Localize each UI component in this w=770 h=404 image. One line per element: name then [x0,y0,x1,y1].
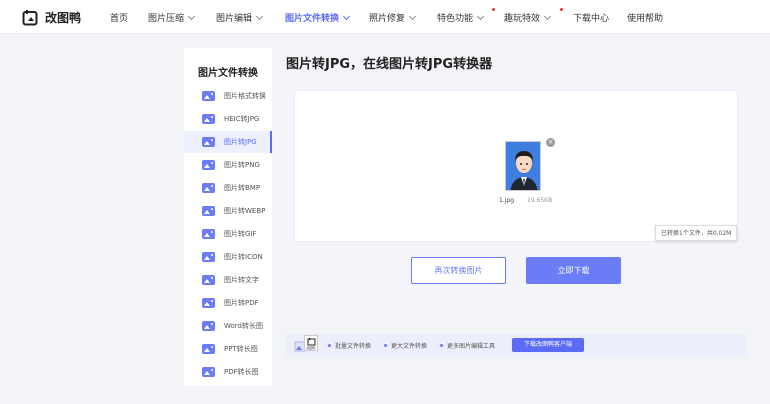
chevron-down-icon [255,12,264,21]
conversion-status: 已转换1个文件，共0.02M [655,225,738,241]
sidebar-item-label: PDF转长图 [224,368,259,376]
nav-image-edit[interactable]: 图片编辑 [216,11,264,24]
sidebar-item-label: 图片转JPG [224,138,257,146]
sidebar-item-image-bmp[interactable]: 图片转BMP [184,177,272,199]
sidebar-item-pdf-long[interactable]: PDF转长图 [184,361,272,383]
logo-icon [307,338,316,346]
remove-file-icon[interactable]: × [546,138,555,147]
sidebar-item-label: 图片转WEBP [224,207,266,215]
chevron-down-icon [543,12,552,21]
nav-label: 下载中心 [573,14,610,24]
new-badge-dot [560,8,563,11]
nav-label: 照片修复 [369,14,406,24]
nav-download-center[interactable]: 下载中心 [573,11,609,24]
nav-image-compress[interactable]: 图片压缩 [148,11,196,24]
feature-item: 批量文件转换 [328,341,371,350]
nav-help[interactable]: 使用帮助 [627,11,663,24]
sidebar-item-image-webp[interactable]: 图片转WEBP [184,200,272,222]
convert-again-button[interactable]: 再次转换图片 [411,257,506,284]
sidebar-item-label: HEIC转JPG [224,115,260,123]
upload-area[interactable]: × 1.jpg 19.65KB 已转换1个文件，共0.02M [294,90,738,242]
heic-icon [202,114,215,124]
nav-label: 图片压缩 [148,14,185,24]
sidebar-item-label: 图片格式转换 [224,92,266,100]
top-nav: 改图鸭 首页 图片压缩 图片编辑 图片文件转换 照片修复 特色功能 趣玩特效 下… [0,0,770,34]
logo[interactable]: 改图鸭 [22,8,81,26]
feature-item: 更大文件转换 [384,341,427,350]
sidebar-item-image-format[interactable]: 图片格式转换 [184,85,272,107]
sidebar-item-label: 图片转文字 [224,276,259,284]
sidebar-item-heic-jpg[interactable]: HEIC转JPG [184,108,272,130]
download-client-button[interactable]: 下载改图鸭客户端 [512,338,584,352]
sidebar-item-image-jpg[interactable]: 图片转JPG [184,131,272,153]
nav-photo-repair[interactable]: 照片修复 [369,11,417,24]
webp-icon [202,206,215,216]
app-label: 改图鸭 [306,346,316,350]
sidebar-item-image-text[interactable]: 图片转文字 [184,269,272,291]
sidebar-item-image-gif[interactable]: 图片转GIF [184,223,272,245]
sidebar-item-label: 图片转PDF [224,299,259,307]
sidebar-item-image-png[interactable]: 图片转PNG [184,154,272,176]
app-window-icon: 改图鸭 [304,335,318,351]
chevron-down-icon [342,12,351,21]
pdf-icon [202,298,215,308]
chevron-down-icon [187,12,196,21]
sidebar-item-label: 图片转ICON [224,253,263,261]
sidebar-item-label: 图片转GIF [224,230,257,238]
word-icon [202,321,215,331]
chevron-down-icon [476,12,485,21]
file-name: 1.jpg [499,197,515,204]
feature-item: 更多图片编辑工具 [440,341,495,350]
brand-name: 改图鸭 [45,10,82,25]
converter-panel: × 1.jpg 19.65KB 已转换1个文件，共0.02M 再次转换图片 立即… [286,82,746,326]
sidebar-item-word-long[interactable]: Word转长图 [184,315,272,337]
nav-special-features[interactable]: 特色功能 [437,11,485,24]
sidebar-item-image-pdf[interactable]: 图片转PDF [184,292,272,314]
page-footer-strip [0,386,770,404]
jpg-icon [202,137,215,147]
sidebar-item-label: Word转长图 [224,322,263,330]
nav-label: 图片文件转换 [285,14,340,24]
gif-icon [202,229,215,239]
nav-label: 特色功能 [437,14,474,24]
nav-image-convert[interactable]: 图片文件转换 [285,11,351,24]
sidebar-item-label: PPT转长图 [224,345,258,353]
portrait-image [506,142,540,190]
chevron-down-icon [408,12,417,21]
pdf-long-icon [202,367,215,377]
image-thumbnail [505,141,541,191]
sidebar-item-label: 图片转PNG [224,161,260,169]
nav-label: 趣玩特效 [504,14,541,24]
nav-home[interactable]: 首页 [110,11,128,24]
client-promo-bar: 改图鸭 批量文件转换 更大文件转换 更多图片编辑工具 下载改图鸭客户端 [286,334,746,356]
new-badge-dot [492,8,495,11]
icon-icon [202,252,215,262]
text-icon [202,275,215,285]
sidebar-item-ppt-long[interactable]: PPT转长图 [184,338,272,360]
sidebar: 图片文件转换 图片格式转换 HEIC转JPG 图片转JPG 图片转PNG 图片转… [184,48,272,388]
nav-fun-effects[interactable]: 趣玩特效 [504,11,552,24]
nav-label: 图片编辑 [216,14,253,24]
ppt-icon [202,344,215,354]
image-format-icon [202,91,215,101]
nav-label: 首页 [110,14,129,24]
sidebar-title: 图片文件转换 [198,68,258,79]
page-title: 图片转JPG，在线图片转JPG转换器 [286,57,493,72]
png-icon [202,160,215,170]
sidebar-item-image-icon[interactable]: 图片转ICON [184,246,272,268]
sidebar-item-label: 图片转BMP [224,184,261,192]
bmp-icon [202,183,215,193]
download-button[interactable]: 立即下载 [526,257,621,284]
nav-label: 使用帮助 [627,14,664,24]
logo-icon [22,10,38,26]
file-size: 19.65KB [527,197,553,204]
